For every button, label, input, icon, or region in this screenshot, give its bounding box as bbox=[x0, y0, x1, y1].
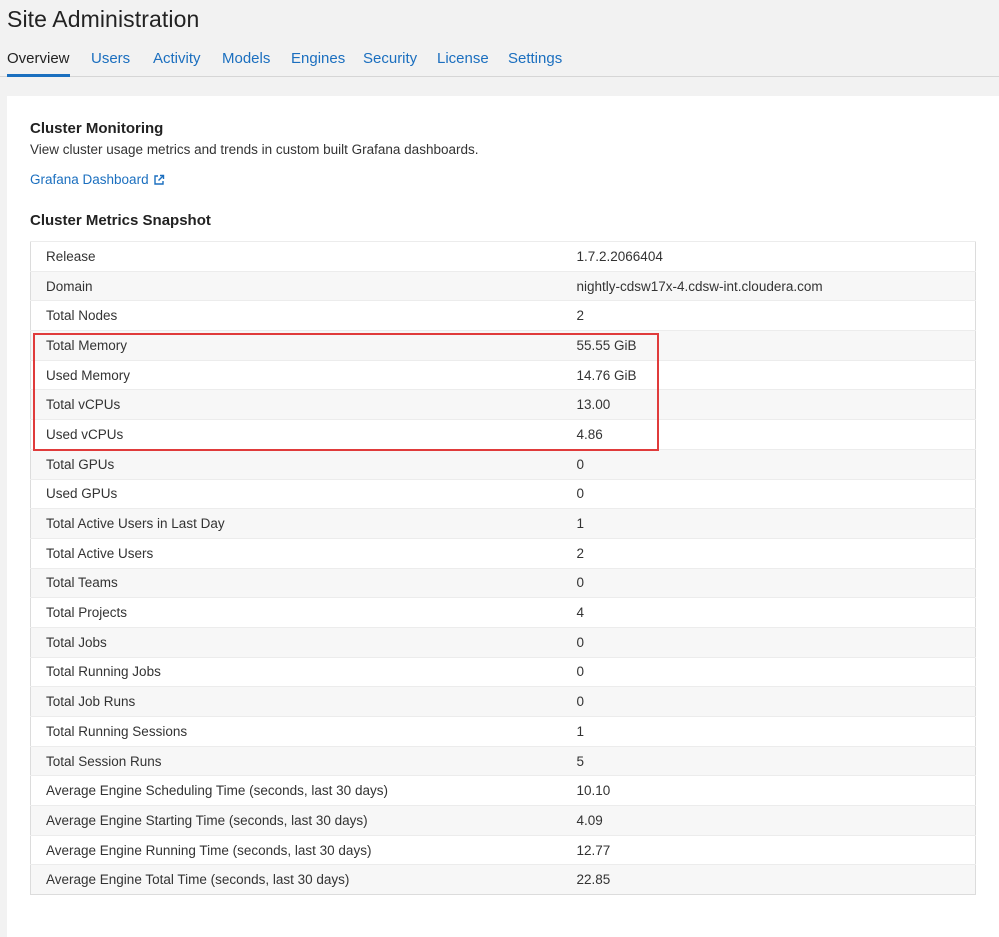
metric-label: Total GPUs bbox=[30, 448, 562, 479]
tab-security[interactable]: Security bbox=[363, 50, 417, 77]
metric-label: Used Memory bbox=[30, 359, 562, 390]
metric-label: Used GPUs bbox=[30, 478, 562, 509]
admin-tabs: Overview Users Activity Models Engines S… bbox=[0, 46, 999, 77]
metric-value: 12.77 bbox=[561, 834, 976, 865]
table-row: Domain nightly-cdsw17x-4.cdsw-int.clouder… bbox=[30, 270, 976, 301]
cluster-metrics-snapshot-title: Cluster Metrics Snapshot bbox=[30, 212, 211, 229]
metric-label: Total Session Runs bbox=[30, 745, 562, 776]
metric-label: Total Jobs bbox=[30, 626, 562, 658]
table-row: Average Engine Starting Time (seconds, l… bbox=[30, 805, 976, 836]
cluster-monitoring-description: View cluster usage metrics and trends in… bbox=[30, 142, 479, 157]
table-row: Total Jobs 0 bbox=[30, 626, 976, 658]
table-row: Total Running Jobs 0 bbox=[30, 656, 976, 687]
tab-models[interactable]: Models bbox=[222, 50, 270, 77]
tab-license[interactable]: License bbox=[437, 50, 489, 77]
metric-value: 5 bbox=[561, 745, 976, 776]
table-row: Total vCPUs 13.00 bbox=[30, 389, 976, 420]
metric-value: 13.00 bbox=[561, 389, 976, 420]
metric-value: 0 bbox=[561, 656, 976, 687]
metric-label: Total Teams bbox=[30, 567, 562, 598]
metric-label: Average Engine Scheduling Time (seconds,… bbox=[30, 775, 562, 806]
cluster-metrics-table-body: Release 1.7.2.2066404 Domain nightly-cdsw17… bbox=[30, 241, 976, 895]
metric-value: 0 bbox=[561, 478, 976, 509]
metric-label: Total Running Sessions bbox=[30, 716, 562, 747]
table-row: Average Engine Scheduling Time (seconds,… bbox=[30, 775, 976, 806]
metric-label: Total Nodes bbox=[30, 300, 562, 331]
metric-value: 0 bbox=[561, 626, 976, 658]
tab-users[interactable]: Users bbox=[91, 50, 130, 77]
metric-label: Total Job Runs bbox=[30, 686, 562, 717]
tab-engines[interactable]: Engines bbox=[291, 50, 345, 77]
metric-value: 14.76 GiB bbox=[561, 359, 976, 390]
metric-label: Average Engine Running Time (seconds, la… bbox=[30, 834, 562, 865]
metric-value: 4.86 bbox=[561, 419, 976, 450]
metric-value: 4.09 bbox=[561, 805, 976, 836]
metric-label: Release bbox=[30, 241, 562, 272]
table-row: Total GPUs 0 bbox=[30, 448, 976, 479]
grafana-dashboard-link-label: Grafana Dashboard bbox=[30, 172, 149, 187]
metric-value: 1.7.2.2066404 bbox=[561, 241, 976, 272]
metric-value: 0 bbox=[561, 567, 976, 598]
table-row: Average Engine Running Time (seconds, la… bbox=[30, 834, 976, 865]
table-row: Release 1.7.2.2066404 bbox=[30, 241, 976, 272]
table-row: Total Teams 0 bbox=[30, 567, 976, 598]
metric-label: Average Engine Total Time (seconds, last… bbox=[30, 864, 562, 895]
table-row: Used GPUs 0 bbox=[30, 478, 976, 509]
table-row: Used Memory 14.76 GiB bbox=[30, 359, 976, 390]
metric-label: Total Active Users bbox=[30, 537, 562, 569]
metric-value: nightly-cdsw17x-4.cdsw-int.cloudera.com bbox=[561, 270, 976, 301]
grafana-dashboard-link[interactable]: Grafana Dashboard bbox=[30, 172, 165, 187]
page-title: Site Administration bbox=[7, 6, 200, 32]
metric-value: 0 bbox=[561, 448, 976, 479]
external-link-icon bbox=[153, 174, 164, 185]
cluster-monitoring-title: Cluster Monitoring bbox=[30, 120, 164, 137]
table-row: Total Active Users 2 bbox=[30, 537, 976, 569]
metric-value: 0 bbox=[561, 686, 976, 717]
metric-value: 4 bbox=[561, 597, 976, 628]
tab-settings[interactable]: Settings bbox=[508, 50, 562, 77]
metric-label: Total Active Users in Last Day bbox=[30, 508, 562, 539]
table-row: Total Running Sessions 1 bbox=[30, 716, 976, 747]
metric-value: 1 bbox=[561, 508, 976, 539]
metric-label: Used vCPUs bbox=[30, 419, 562, 450]
overview-panel: Cluster Monitoring View cluster usage me… bbox=[7, 96, 999, 937]
table-row: Total Active Users in Last Day 1 bbox=[30, 508, 976, 539]
metric-label: Average Engine Starting Time (seconds, l… bbox=[30, 805, 562, 836]
metric-label: Total Running Jobs bbox=[30, 656, 562, 687]
metric-label: Total vCPUs bbox=[30, 389, 562, 420]
metric-value: 10.10 bbox=[561, 775, 976, 806]
cluster-metrics-table: Release 1.7.2.2066404 Domain nightly-cdsw17… bbox=[30, 241, 976, 896]
metric-label: Total Projects bbox=[30, 597, 562, 628]
table-row: Total Nodes 2 bbox=[30, 300, 976, 331]
metric-value: 1 bbox=[561, 716, 976, 747]
tab-activity[interactable]: Activity bbox=[153, 50, 201, 77]
table-row: Average Engine Total Time (seconds, last… bbox=[30, 864, 976, 895]
metric-value: 55.55 GiB bbox=[561, 330, 976, 361]
metric-value: 22.85 bbox=[561, 864, 976, 895]
table-row: Total Job Runs 0 bbox=[30, 686, 976, 717]
table-row: Total Session Runs 5 bbox=[30, 745, 976, 776]
metric-label: Domain bbox=[30, 270, 562, 301]
table-row: Total Memory 55.55 GiB bbox=[30, 330, 976, 361]
table-row: Total Projects 4 bbox=[30, 597, 976, 628]
table-row: Used vCPUs 4.86 bbox=[30, 419, 976, 450]
metric-label: Total Memory bbox=[30, 330, 562, 361]
tab-overview[interactable]: Overview bbox=[7, 50, 70, 77]
metric-value: 2 bbox=[561, 537, 976, 569]
metric-value: 2 bbox=[561, 300, 976, 331]
